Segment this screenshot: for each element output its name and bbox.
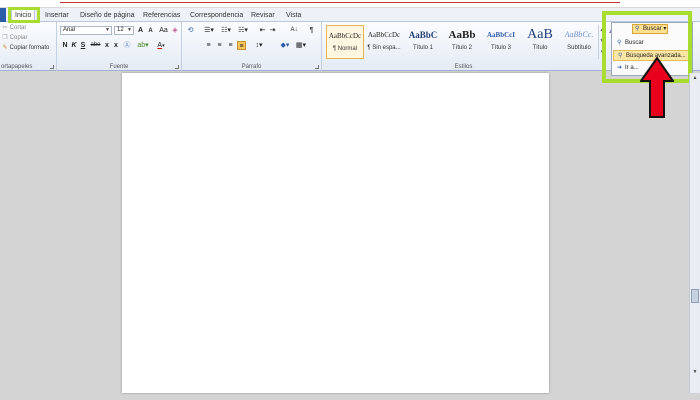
style-sample: AaB: [527, 27, 553, 42]
red-arrow-annotation: [640, 57, 674, 118]
chevron-up-icon[interactable]: ▲: [691, 74, 699, 82]
italic-button[interactable]: K: [70, 41, 78, 50]
tab-revisar[interactable]: Revisar: [248, 10, 278, 21]
clipboard-launcher-icon[interactable]: [50, 65, 54, 69]
clear-format-icon[interactable]: ◈: [171, 26, 179, 35]
font-name-value: Arial: [63, 27, 76, 33]
scroll-thumb[interactable]: [691, 289, 699, 303]
paragraph-launcher-icon[interactable]: [315, 65, 319, 69]
clipboard-group: ✂ Cortar ❐ Copiar ✎ Copiar formato ortap…: [0, 22, 57, 71]
shading-icon[interactable]: ◆▾: [278, 41, 292, 50]
style-name: Título: [532, 45, 548, 51]
font-color-button[interactable]: A▾: [153, 41, 169, 50]
cut-label: Cortar: [9, 25, 27, 31]
show-marks-button[interactable]: ¶: [307, 26, 316, 35]
text-effects-icon[interactable]: Ⓐ: [123, 41, 131, 50]
justify-icon[interactable]: ≡: [237, 41, 246, 50]
chevron-down-icon[interactable]: ▼: [691, 368, 699, 376]
title-accent-line: [60, 2, 620, 3]
document-page[interactable]: [122, 73, 549, 393]
clipboard-group-label: ortapapeles: [1, 64, 33, 70]
font-group: Arial ▼ 12 ▼ A A Aa ◈ N K S abe x x Ⓐ ab…: [57, 22, 182, 71]
font-size-combo[interactable]: 12 ▼: [114, 26, 134, 35]
sort-button[interactable]: A↓: [288, 26, 300, 35]
copy-icon: ❐: [2, 35, 8, 41]
font-launcher-icon[interactable]: [175, 65, 179, 69]
change-case-button[interactable]: Aa: [157, 26, 170, 35]
subscript-button[interactable]: x: [103, 41, 111, 50]
tab-referencias[interactable]: Referencias: [140, 10, 183, 21]
line-spacing-icon[interactable]: ↕▾: [252, 41, 266, 50]
style-subtitle[interactable]: AaBbCc. Subtítulo: [560, 25, 598, 59]
align-center-icon[interactable]: ≡: [215, 41, 224, 50]
format-painter-label: Copiar formato: [9, 45, 50, 51]
style-name: Título 1: [412, 45, 433, 51]
tab-highlight-frame: [8, 7, 40, 23]
style-heading-2[interactable]: AaBb Título 2: [443, 25, 481, 59]
cut-button[interactable]: ✂ Cortar: [2, 24, 26, 33]
bullets-icon[interactable]: ☰▾: [202, 26, 216, 35]
grow-font-button[interactable]: A: [136, 26, 145, 35]
copy-label: Copiar: [9, 35, 28, 41]
multilevel-list-icon[interactable]: ☵▾: [236, 26, 250, 35]
style-name: Subtítulo: [567, 45, 591, 51]
copy-button[interactable]: ❐ Copiar: [2, 34, 27, 43]
strikethrough-button[interactable]: abe: [89, 41, 102, 50]
style-sample: AaBbCcDc: [328, 32, 362, 40]
style-sample: AaBbC: [408, 30, 438, 40]
font-name-combo[interactable]: Arial ▼: [60, 26, 112, 35]
style-name: Título 2: [451, 45, 472, 51]
superscript-button[interactable]: x: [112, 41, 120, 50]
align-right-icon[interactable]: ≡: [226, 41, 235, 50]
style-name: ¶ Sin espa...: [367, 45, 401, 51]
style-sample: AaBbCcDc: [367, 31, 401, 39]
tab-vista[interactable]: Vista: [283, 10, 304, 21]
scissors-icon: ✂: [2, 25, 8, 31]
paragraph-group: ⟲ ☰▾ ☷▾ ☵▾ ⇤ ⇥ A↓ ¶ ≡ ≡ ≡ ≡ ↕▾ ◆▾ ▦▾ Pár…: [182, 22, 322, 71]
underline-button[interactable]: S: [79, 41, 87, 50]
style-title[interactable]: AaB Título: [521, 25, 559, 59]
style-sample: AaBbCc.: [564, 30, 594, 39]
tab-insertar[interactable]: Insertar: [42, 10, 72, 21]
chevron-down-icon: ▼: [105, 27, 110, 33]
style-normal[interactable]: AaBbCcDc ¶ Normal: [326, 25, 364, 59]
style-sample: AaBb: [448, 29, 476, 41]
tab-correspondencia[interactable]: Correspondencia: [187, 10, 246, 21]
borders-icon[interactable]: ▦▾: [294, 41, 308, 50]
chevron-down-icon: ▼: [127, 27, 132, 33]
styles-group-label: Estilos: [454, 64, 473, 70]
style-heading-3[interactable]: AaBbCcI Título 3: [482, 25, 520, 59]
decrease-indent-icon[interactable]: ⇤: [258, 26, 267, 35]
styles-group: AaBbCcDc ¶ Normal AaBbCcDc ¶ Sin espa...…: [322, 22, 605, 71]
paragraph-group-label: Párrafo: [241, 64, 262, 70]
style-no-spacing[interactable]: AaBbCcDc ¶ Sin espa...: [365, 25, 403, 59]
spelling-icon[interactable]: ⟲: [186, 26, 195, 35]
brush-icon: ✎: [2, 45, 8, 51]
increase-indent-icon[interactable]: ⇥: [268, 26, 277, 35]
style-sample: AaBbCcI: [486, 31, 515, 39]
ribbon-tabs: Inicio Insertar Diseño de página Referen…: [0, 8, 700, 22]
font-group-label: Fuente: [109, 64, 129, 70]
bold-button[interactable]: N: [61, 41, 69, 50]
style-name: ¶ Normal: [332, 46, 358, 52]
align-left-icon[interactable]: ≡: [204, 41, 213, 50]
style-name: Título 3: [490, 45, 511, 51]
format-painter-button[interactable]: ✎ Copiar formato: [2, 44, 49, 53]
vertical-scrollbar[interactable]: ▲ ▼: [689, 73, 700, 393]
file-tab[interactable]: [0, 8, 6, 22]
numbering-icon[interactable]: ☷▾: [219, 26, 233, 35]
title-strip: [0, 0, 700, 8]
style-heading-1[interactable]: AaBbC Título 1: [404, 25, 442, 59]
tab-diseno-pagina[interactable]: Diseño de página: [77, 10, 138, 21]
ribbon: ✂ Cortar ❐ Copiar ✎ Copiar formato ortap…: [0, 22, 700, 71]
font-size-value: 12: [117, 27, 124, 33]
highlight-color-icon[interactable]: ab▾: [135, 41, 151, 50]
shrink-font-button[interactable]: A: [146, 27, 155, 36]
